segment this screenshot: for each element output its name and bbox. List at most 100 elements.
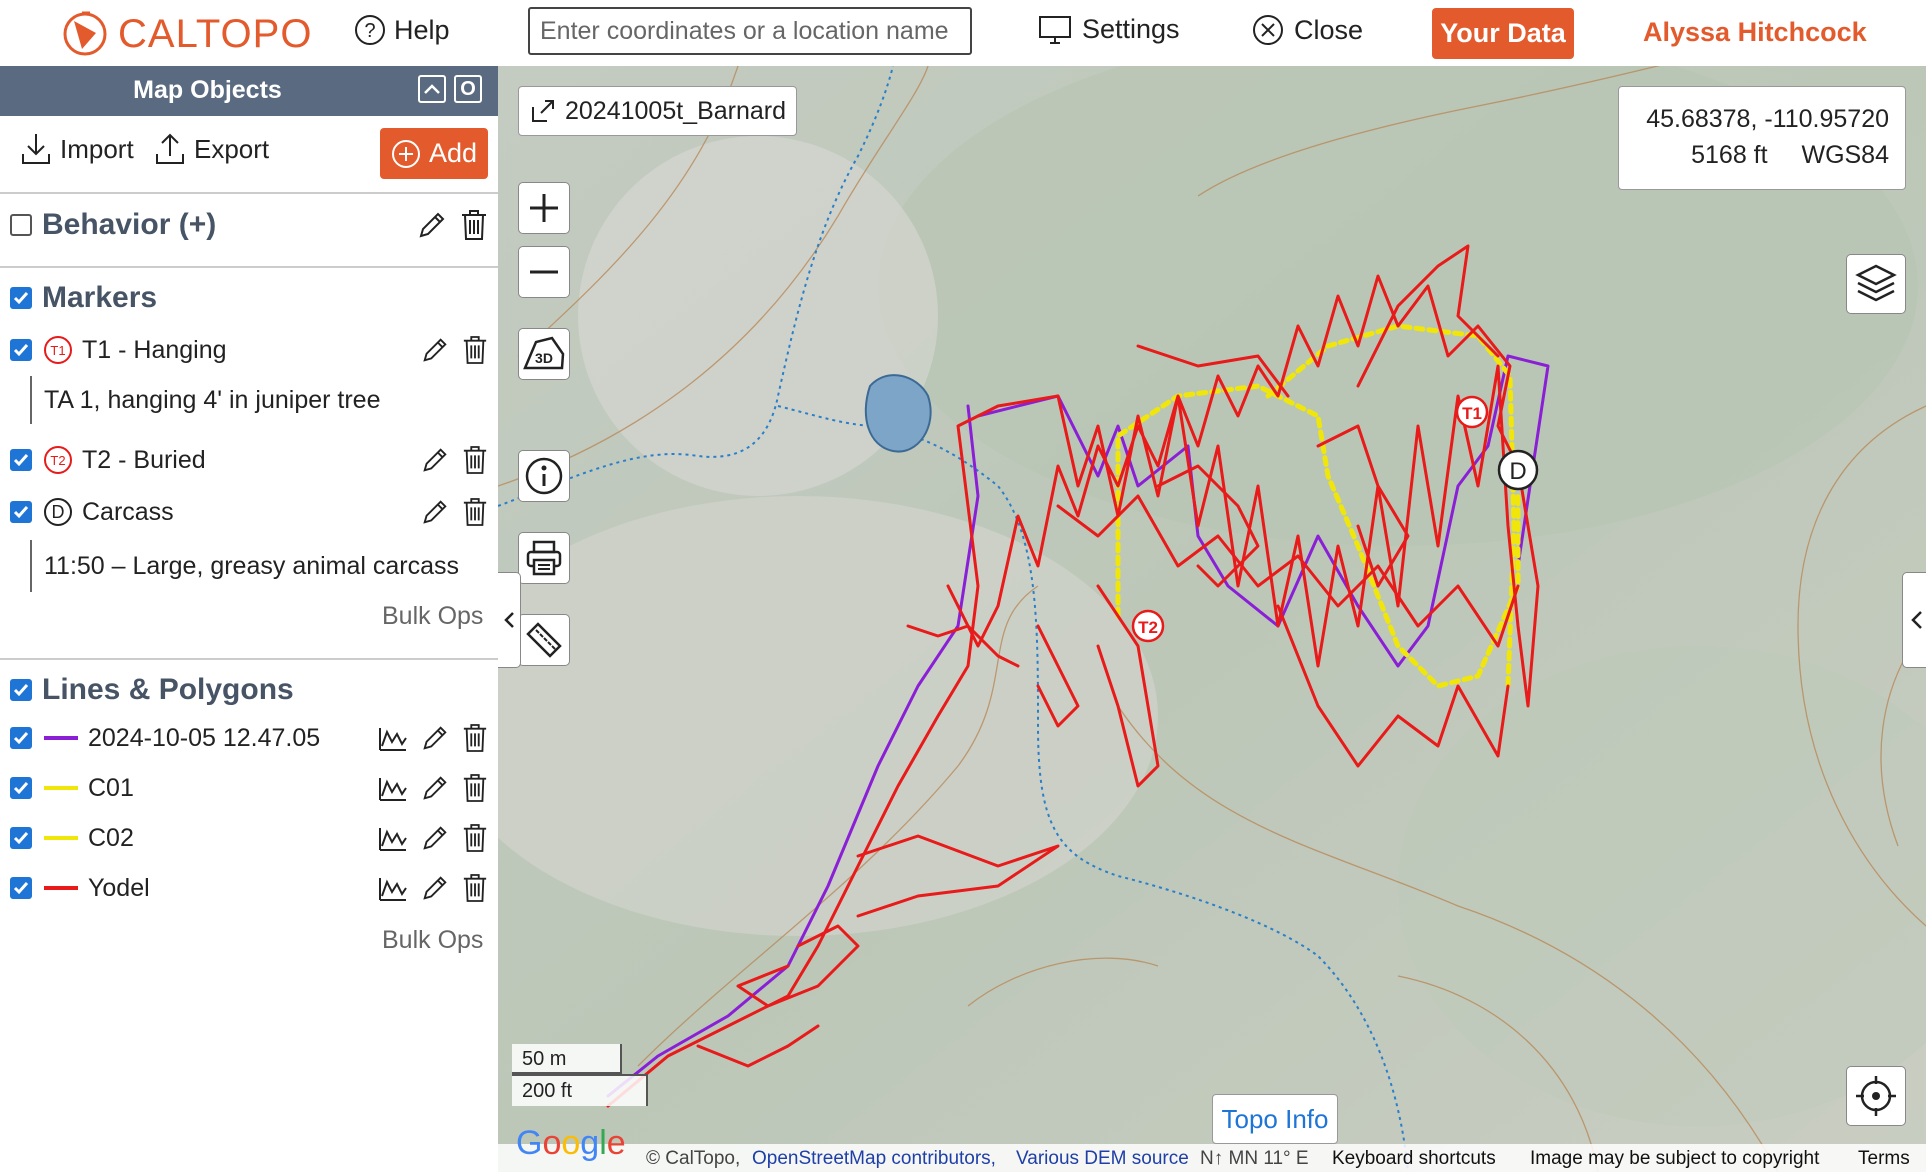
zoom-in-button[interactable]: [518, 182, 570, 234]
printer-icon: [526, 540, 562, 576]
attribution-osm-link[interactable]: OpenStreetMap contributors,: [752, 1148, 996, 1170]
trash-icon[interactable]: [462, 445, 488, 475]
settings-label: Settings: [1082, 14, 1180, 44]
marker-label[interactable]: T2 - Buried: [82, 446, 206, 475]
line-checkbox[interactable]: [10, 877, 32, 899]
scale-metric: 50 m: [512, 1044, 622, 1074]
marker-item[interactable]: D Carcass: [0, 492, 498, 532]
marker-label[interactable]: T1 - Hanging: [82, 336, 227, 365]
line-label[interactable]: C01: [88, 774, 134, 803]
trash-icon[interactable]: [462, 335, 488, 365]
folder-lines[interactable]: Lines & Polygons: [0, 668, 498, 712]
measure-button[interactable]: [518, 614, 570, 666]
line-checkbox[interactable]: [10, 827, 32, 849]
trash-icon[interactable]: [462, 497, 488, 527]
pencil-icon[interactable]: [420, 773, 450, 803]
your-data-button[interactable]: Your Data: [1432, 8, 1574, 59]
ruler-icon: [526, 622, 562, 658]
pencil-icon[interactable]: [416, 209, 448, 241]
marker-t2-icon: T2: [44, 446, 72, 474]
trash-icon[interactable]: [462, 873, 488, 903]
line-label[interactable]: Yodel: [88, 874, 150, 903]
line-actions: [378, 773, 488, 803]
zoom-out-button[interactable]: [518, 246, 570, 298]
divider: [0, 266, 498, 268]
line-label[interactable]: 2024-10-05 12.47.05: [88, 724, 320, 753]
line-item[interactable]: C01: [0, 768, 498, 808]
print-button[interactable]: [518, 532, 570, 584]
line-checkbox[interactable]: [10, 727, 32, 749]
pencil-icon[interactable]: [420, 723, 450, 753]
trash-icon[interactable]: [462, 823, 488, 853]
elevation-profile-icon[interactable]: [378, 774, 408, 802]
import-button[interactable]: Import: [20, 132, 134, 166]
trash-icon[interactable]: [460, 209, 488, 241]
pencil-icon[interactable]: [420, 497, 450, 527]
line-item[interactable]: C02: [0, 818, 498, 858]
locate-me-button[interactable]: [1846, 1066, 1906, 1126]
marker-item[interactable]: T1 T1 - Hanging: [0, 330, 498, 370]
trash-icon[interactable]: [462, 723, 488, 753]
folder-markers-title: Markers: [42, 281, 158, 314]
topo-info-button[interactable]: Topo Info: [1212, 1094, 1338, 1144]
info-button[interactable]: [518, 450, 570, 502]
coords-elevation-row: 5168 ft WGS84: [1619, 137, 1889, 173]
pencil-icon[interactable]: [420, 873, 450, 903]
line-label[interactable]: C02: [88, 824, 134, 853]
trash-icon[interactable]: [462, 773, 488, 803]
keyboard-shortcuts-link[interactable]: Keyboard shortcuts: [1332, 1148, 1496, 1170]
close-button[interactable]: Close: [1252, 14, 1363, 46]
left-panel-toggle[interactable]: [498, 572, 521, 668]
folder-behavior-checkbox[interactable]: [10, 214, 32, 236]
info-icon: [525, 457, 563, 495]
svg-text:?: ?: [364, 20, 375, 42]
user-name-link[interactable]: Alyssa Hitchcock: [1643, 17, 1867, 48]
settings-button[interactable]: Settings: [1038, 14, 1180, 45]
help-button[interactable]: ? Help: [354, 14, 450, 46]
layers-button[interactable]: [1846, 254, 1906, 314]
elevation-profile-icon[interactable]: [378, 874, 408, 902]
attribution-dem-link[interactable]: Various DEM source: [1016, 1148, 1188, 1170]
map-view[interactable]: T1 T2 D 20241005t_Barnard 45.68378, -110…: [498, 66, 1926, 1172]
marker-checkbox[interactable]: [10, 339, 32, 361]
3d-view-button[interactable]: 3D: [518, 328, 570, 380]
bulk-ops-markers[interactable]: Bulk Ops: [382, 602, 483, 631]
elevation-profile-icon[interactable]: [378, 724, 408, 752]
map-marker-d[interactable]: D: [1497, 449, 1539, 491]
map-name-button[interactable]: 20241005t_Barnard: [518, 86, 798, 136]
marker-checkbox[interactable]: [10, 449, 32, 471]
crosshair-icon: [1856, 1076, 1896, 1116]
line-checkbox[interactable]: [10, 777, 32, 799]
collapse-panel-button[interactable]: [418, 75, 446, 103]
open-external-icon: [532, 100, 554, 122]
folder-behavior[interactable]: Behavior (+): [0, 202, 498, 248]
search-input[interactable]: [528, 7, 972, 55]
terms-link[interactable]: Terms: [1858, 1148, 1910, 1170]
pencil-icon[interactable]: [420, 823, 450, 853]
north-info: N↑ MN 11° E: [1200, 1148, 1309, 1169]
folder-lines-checkbox[interactable]: [10, 679, 32, 701]
pencil-icon[interactable]: [420, 335, 450, 365]
map-marker-t1[interactable]: T1: [1455, 395, 1489, 429]
bulk-ops-lines[interactable]: Bulk Ops: [382, 926, 483, 955]
marker-item[interactable]: T2 T2 - Buried: [0, 440, 498, 480]
line-item[interactable]: Yodel: [0, 868, 498, 908]
map-marker-t2[interactable]: T2: [1131, 609, 1165, 643]
top-bar: CALTOPO ? Help Settings Close Your Data …: [0, 0, 1926, 67]
detach-panel-button[interactable]: O: [454, 75, 482, 103]
elevation-profile-icon[interactable]: [378, 824, 408, 852]
line-item[interactable]: 2024-10-05 12.47.05: [0, 718, 498, 758]
google-logo: Google: [516, 1124, 626, 1162]
chevron-up-icon: [424, 84, 440, 94]
marker-checkbox[interactable]: [10, 501, 32, 523]
pencil-icon[interactable]: [420, 445, 450, 475]
folder-markers-checkbox[interactable]: [10, 287, 32, 309]
marker-actions: [420, 445, 488, 475]
folder-markers[interactable]: Markers: [0, 276, 498, 320]
marker-label[interactable]: Carcass: [82, 498, 174, 527]
scale-bar: 50 m 200 ft: [512, 1044, 648, 1106]
add-button[interactable]: Add: [380, 128, 488, 179]
export-button[interactable]: Export: [154, 132, 269, 166]
caltopo-logo[interactable]: CALTOPO: [60, 8, 312, 60]
right-panel-toggle[interactable]: [1902, 572, 1926, 668]
